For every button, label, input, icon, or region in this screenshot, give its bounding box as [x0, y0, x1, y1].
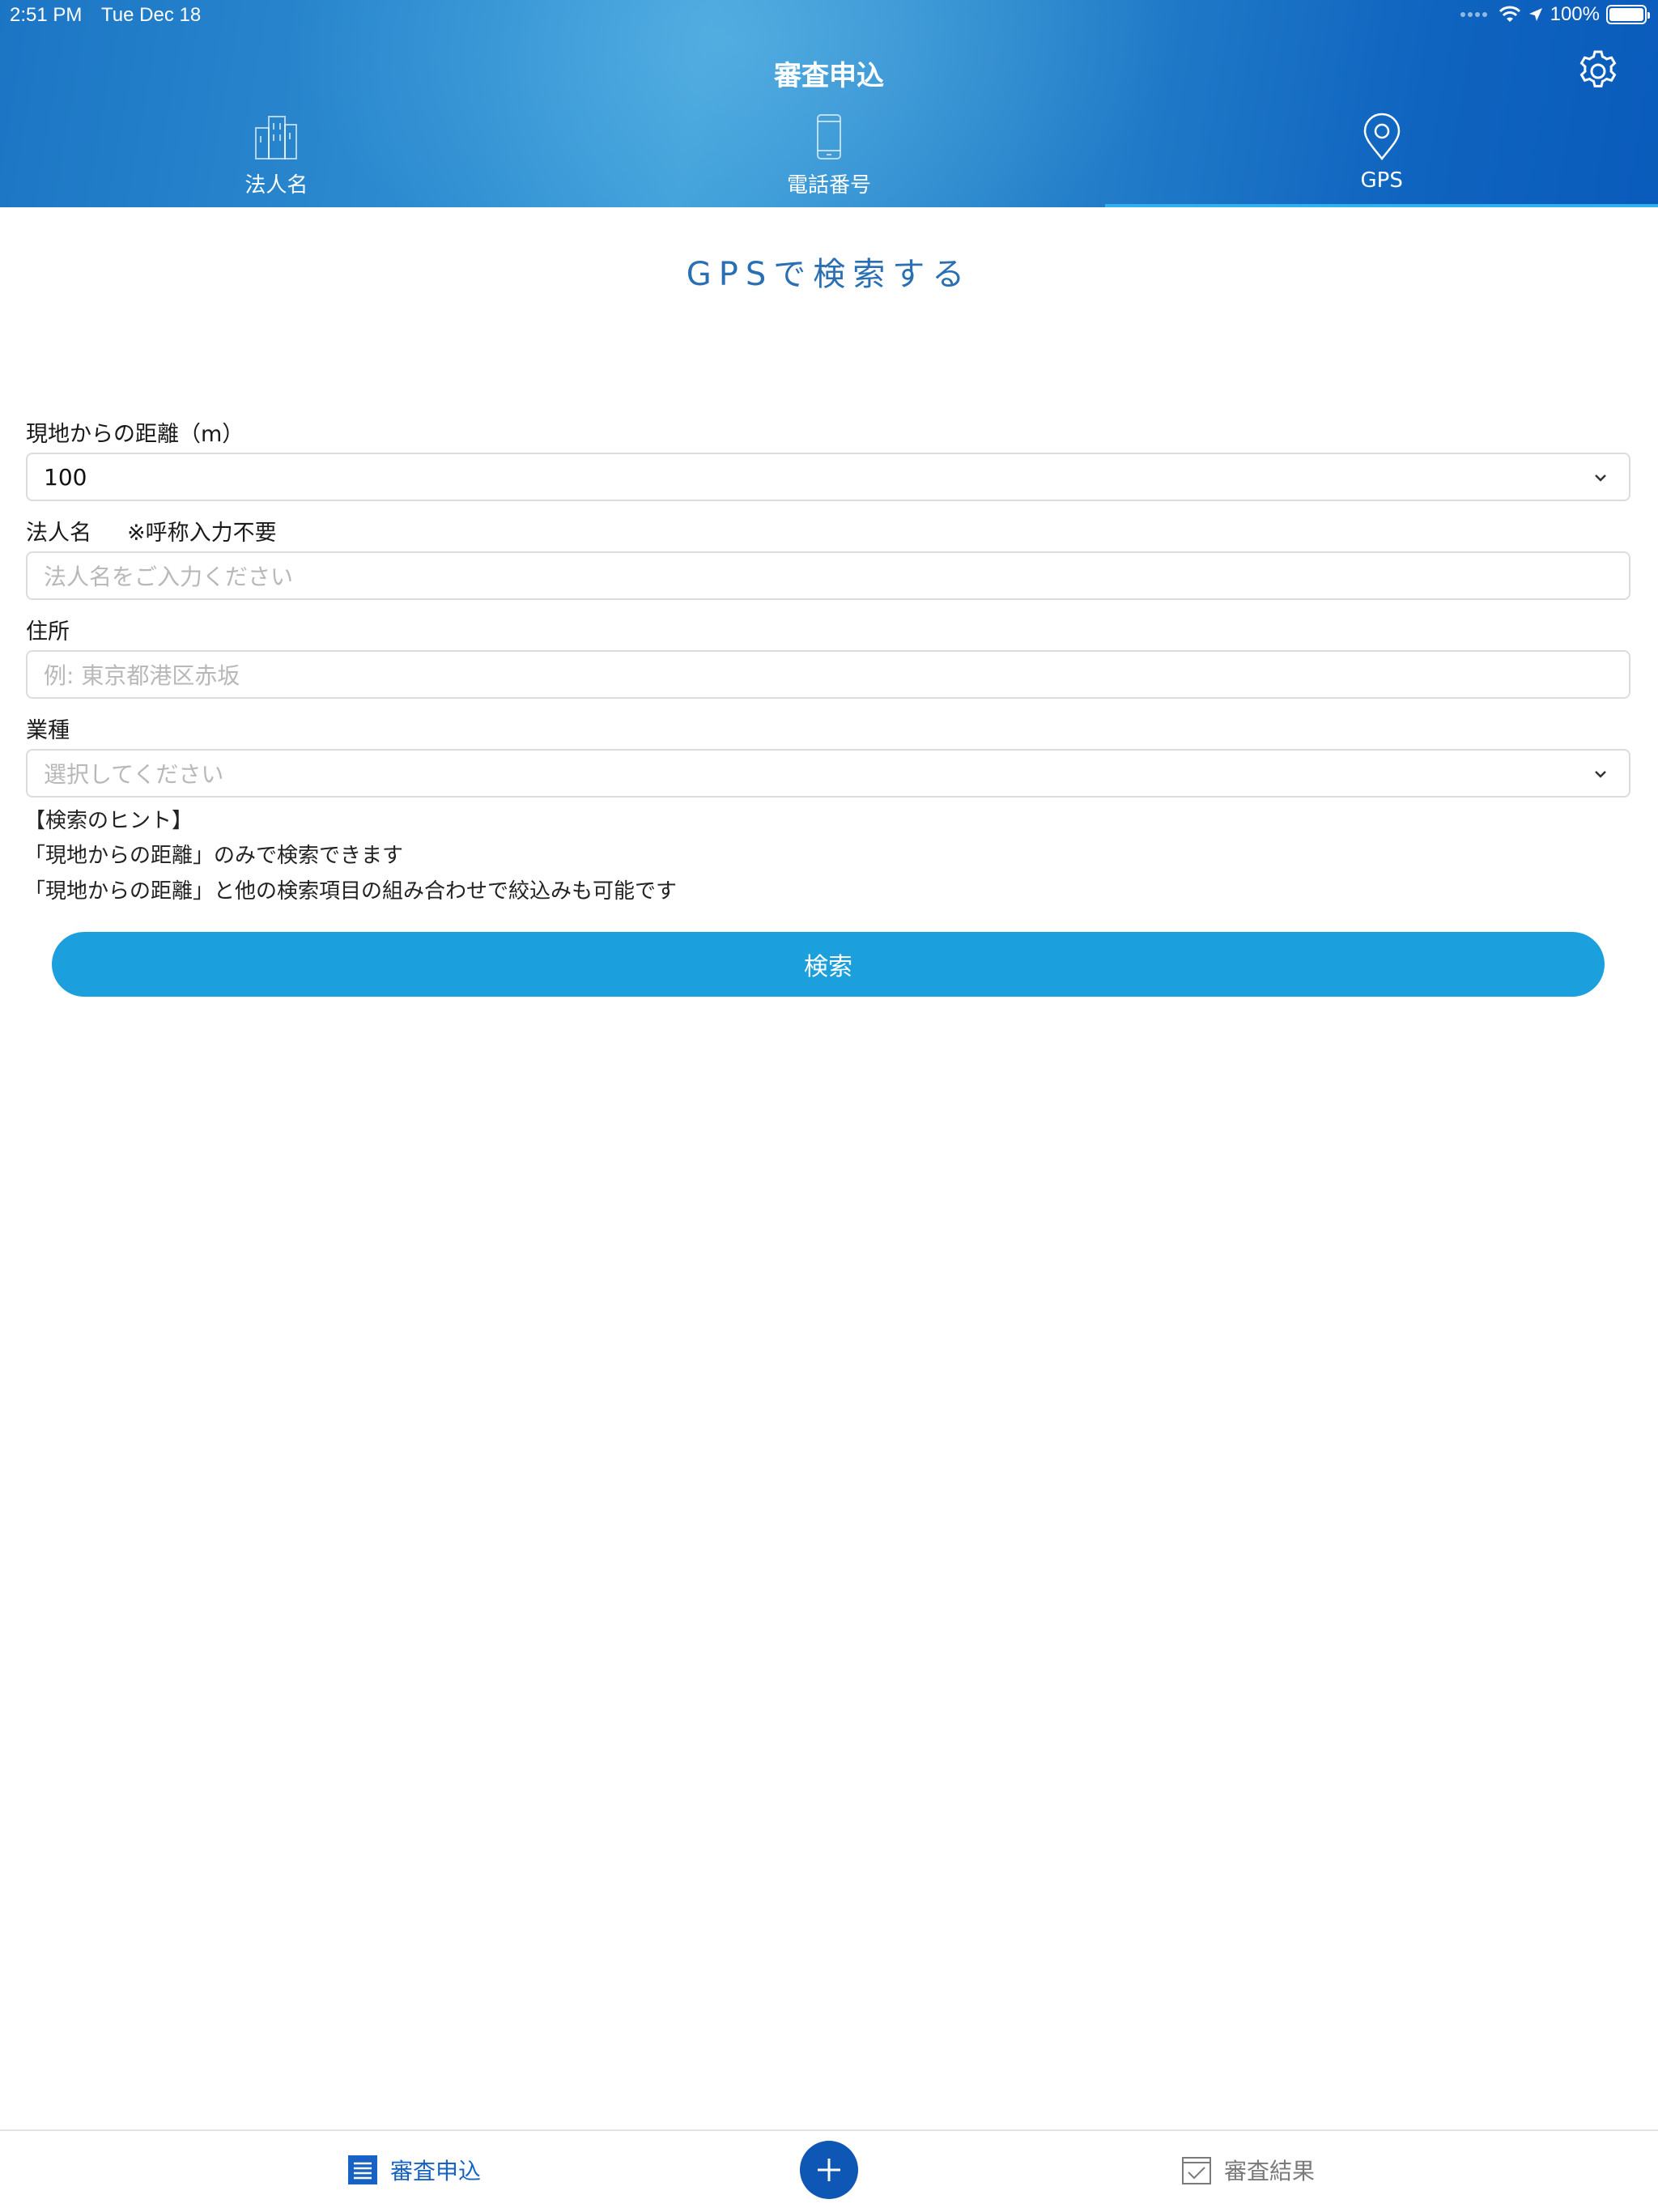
company-note: ※呼称入力不要: [127, 521, 277, 546]
search-button[interactable]: 検索: [52, 932, 1605, 997]
chevron-down-icon: [1595, 771, 1606, 778]
chevron-down-icon: [1595, 474, 1606, 482]
company-label: 法人名: [26, 521, 91, 546]
distance-value: 100: [44, 463, 87, 491]
location-arrow-icon: [1528, 8, 1542, 21]
tab-label: 法人名: [244, 173, 308, 198]
tab-company-name[interactable]: 法人名: [0, 112, 553, 207]
search-mode-tabs: 法人名 電話番号 GPS: [0, 112, 1658, 207]
address-placeholder: 例: 東京都港区赤坂: [44, 662, 240, 689]
address-label: 住所: [26, 619, 70, 644]
add-button[interactable]: [800, 2141, 858, 2199]
section-title: GPSで検索する: [686, 256, 972, 293]
status-time: 2:51 PM: [10, 4, 83, 26]
industry-select[interactable]: 選択してください: [26, 749, 1630, 798]
location-pin-icon: [1363, 113, 1400, 161]
bottom-tab-results[interactable]: 審査結果: [1180, 2154, 1315, 2186]
status-bar: 2:51 PM Tue Dec 18 100%: [0, 0, 1658, 32]
wifi-icon: [1499, 6, 1520, 22]
tab-label: 電話番号: [787, 173, 872, 198]
status-date: Tue Dec 18: [101, 4, 202, 26]
industry-label: 業種: [26, 718, 70, 743]
hint-line: 「現地からの距離」と他の検索項目の組み合わせで絞込みも可能です: [24, 879, 678, 904]
address-input[interactable]: 例: 東京都港区赤坂: [26, 650, 1630, 699]
tab-gps[interactable]: GPS: [1105, 112, 1658, 207]
distance-select[interactable]: 100: [26, 453, 1630, 501]
distance-label: 現地からの距離（m）: [26, 422, 244, 447]
battery-icon: [1606, 5, 1650, 24]
hint-heading: 【検索のヒント】: [24, 809, 193, 833]
status-indicators: 100%: [1460, 3, 1650, 26]
company-label-row: 法人名 ※呼称入力不要: [26, 515, 277, 547]
cellular-signal-icon: [1460, 12, 1487, 17]
industry-placeholder: 選択してください: [44, 761, 224, 788]
hint-line: 「現地からの距離」のみで検索できます: [24, 844, 404, 868]
bottom-tab-results-label: 審査結果: [1224, 2158, 1316, 2184]
plus-icon: [818, 2159, 840, 2181]
company-name-input[interactable]: 法人名をご入力ください: [26, 551, 1630, 600]
tablet-icon: [817, 114, 841, 160]
list-document-icon: [348, 2155, 377, 2184]
tab-label: GPS: [1360, 168, 1403, 193]
page-title: 審査申込: [774, 60, 884, 92]
app-header: 2:51 PM Tue Dec 18 100% 審査申込 法人名 電話番号 GP…: [0, 0, 1658, 207]
bottom-tab-apply-label: 審査申込: [390, 2158, 482, 2184]
building-icon: [255, 116, 298, 160]
battery-percentage: 100%: [1550, 3, 1600, 25]
gear-icon[interactable]: [1575, 49, 1621, 94]
company-name-placeholder: 法人名をご入力ください: [44, 564, 294, 590]
tab-phone-number[interactable]: 電話番号: [553, 112, 1106, 207]
bottom-tab-apply[interactable]: 審査申込: [346, 2154, 481, 2186]
bottom-tab-bar: 審査申込 審査結果: [0, 2129, 1658, 2212]
checklist-icon: [1182, 2157, 1211, 2184]
